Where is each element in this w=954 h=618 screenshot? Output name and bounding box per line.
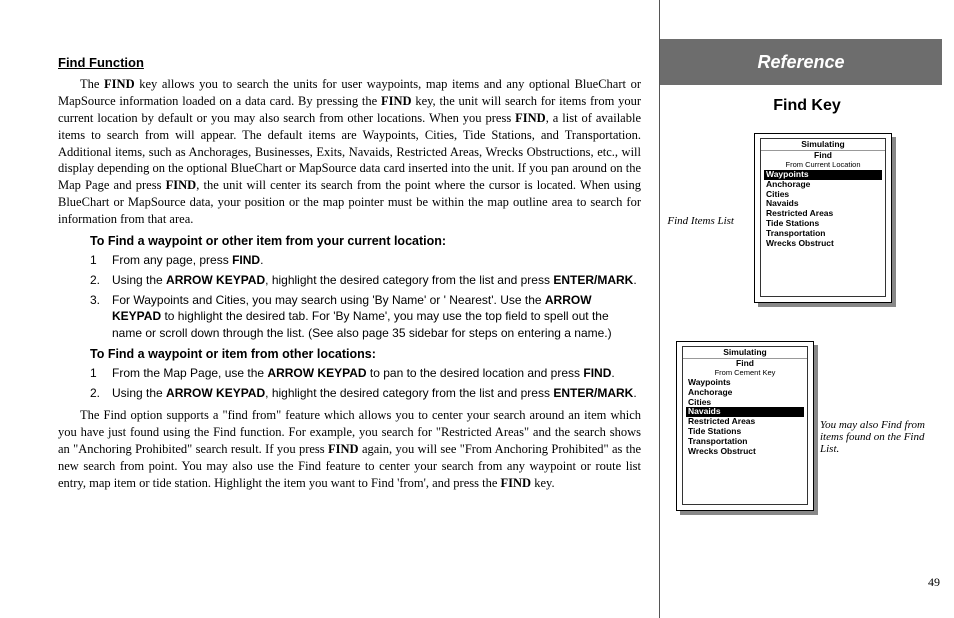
find-sub: From Cement Key: [683, 369, 807, 378]
sidebar-column: Reference Find Key Find Items List Simul…: [660, 0, 954, 618]
page: Find Function The FIND key allows you to…: [0, 0, 954, 618]
section-heading: Find Function: [58, 55, 641, 70]
screenshot-group-2: You may also Find from items found on th…: [660, 341, 954, 531]
device-screenshot: Simulating Find From Cement Key Waypoint…: [676, 341, 814, 511]
closing-paragraph: The Find option supports a "find from" f…: [58, 407, 641, 491]
find-list: Waypoints Anchorage Cities Navaids Restr…: [761, 169, 885, 249]
step: 1From any page, press FIND.: [90, 252, 641, 268]
page-number: 49: [928, 575, 940, 590]
device-screenshot: Simulating Find From Current Location Wa…: [754, 133, 892, 303]
steps-list-2: 1From the Map Page, use the ARROW KEYPAD…: [90, 365, 641, 401]
reference-banner: Reference: [660, 39, 942, 85]
subheading-current-location: To Find a waypoint or other item from yo…: [90, 234, 641, 248]
screenshot-caption: You may also Find from items found on th…: [820, 419, 940, 455]
subheading-other-locations: To Find a waypoint or item from other lo…: [90, 347, 641, 361]
steps-list-1: 1From any page, press FIND. 2.Using the …: [90, 252, 641, 341]
screenshot-caption: Find Items List: [656, 215, 734, 227]
step: 2.Using the ARROW KEYPAD, highlight the …: [90, 385, 641, 401]
find-list: Waypoints Anchorage Cities Navaids Restr…: [683, 377, 807, 457]
find-title: Find: [761, 150, 885, 161]
step: 3.For Waypoints and Cities, you may sear…: [90, 292, 641, 341]
list-item: Wrecks Obstruct: [686, 447, 804, 457]
screenshot-group-1: Find Items List Simulating Find From Cur…: [660, 133, 954, 313]
main-text-column: Find Function The FIND key allows you to…: [0, 0, 660, 618]
reference-subtitle: Find Key: [660, 97, 954, 115]
sim-label: Simulating: [683, 347, 807, 358]
sim-label: Simulating: [761, 139, 885, 150]
find-sub: From Current Location: [761, 161, 885, 170]
step: 1From the Map Page, use the ARROW KEYPAD…: [90, 365, 641, 381]
step: 2.Using the ARROW KEYPAD, highlight the …: [90, 272, 641, 288]
intro-paragraph: The FIND key allows you to search the un…: [58, 76, 641, 228]
list-item: Wrecks Obstruct: [764, 239, 882, 249]
find-title: Find: [683, 358, 807, 369]
